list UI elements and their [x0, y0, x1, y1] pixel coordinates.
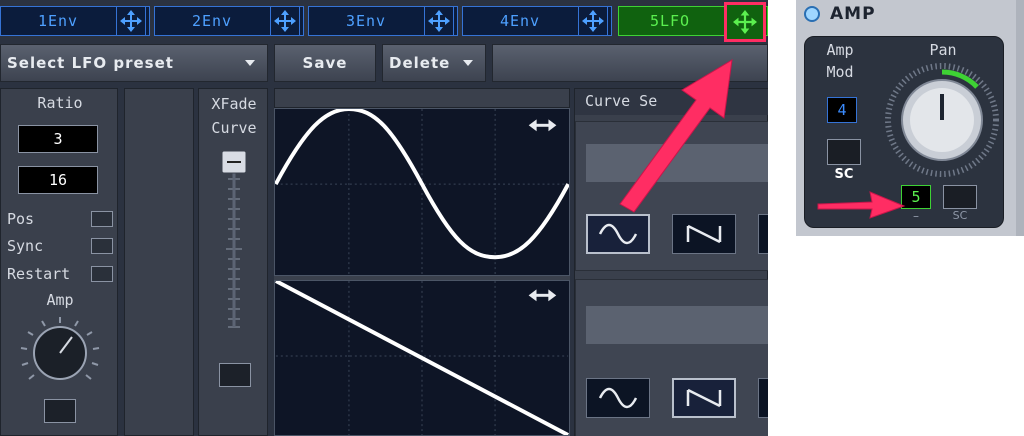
- drag-handle-env-4[interactable]: [578, 6, 608, 36]
- lfo-editor-panel: 1Env 2Env 3Env 4Env 5LFO Select LFO pres…: [0, 0, 768, 436]
- sawtooth-wave-icon: [686, 388, 722, 408]
- drag-handle-env-2[interactable]: [270, 6, 300, 36]
- xfade-mod-slot[interactable]: [219, 363, 251, 387]
- sine-wave-button[interactable]: [586, 214, 650, 254]
- move-arrows-icon: [582, 10, 604, 32]
- curve-slot-2: [575, 279, 768, 436]
- pos-checkbox[interactable]: [91, 211, 113, 227]
- pan-sc-slot[interactable]: [943, 185, 977, 209]
- empty-column: [124, 88, 194, 436]
- save-preset-button[interactable]: Save: [274, 44, 376, 82]
- amp-sc-slot[interactable]: [827, 139, 861, 165]
- curve-slot-2-field[interactable]: [586, 306, 768, 344]
- pan-label: Pan: [929, 41, 957, 59]
- sync-label: Sync: [7, 237, 44, 255]
- pan-sc-label: SC: [952, 209, 968, 222]
- restart-checkbox[interactable]: [91, 266, 113, 282]
- drag-handle-env-3[interactable]: [424, 6, 454, 36]
- amp-title: AMP: [830, 4, 876, 24]
- drag-handle-lfo-5[interactable]: [724, 2, 766, 42]
- amp-knob-label: Amp: [46, 291, 74, 309]
- callout-arrow-pan-icon: [817, 191, 906, 219]
- sawtooth-wave-button[interactable]: [672, 378, 736, 418]
- pan-knob[interactable]: [883, 61, 1001, 179]
- restart-label: Restart: [7, 265, 71, 283]
- delete-preset-dropdown[interactable]: Delete: [382, 44, 486, 82]
- sawtooth-wave-icon: [686, 224, 722, 244]
- curve-label: Curve: [211, 119, 257, 137]
- tab-label: 1Env: [37, 12, 79, 30]
- move-arrows-icon: [733, 10, 757, 34]
- ratio-column: Ratio 3 16 Pos Sync Restart Amp: [0, 88, 118, 436]
- callout-arrow-drag-icon: [619, 59, 733, 213]
- move-arrows-icon: [120, 10, 142, 32]
- amp-mod-value[interactable]: 4: [827, 97, 857, 123]
- xfade-curve-slider[interactable]: [219, 149, 249, 329]
- move-arrows-icon: [274, 10, 296, 32]
- amp-mod-slot[interactable]: [44, 399, 76, 423]
- sine-wave-icon: [598, 223, 638, 245]
- drag-handle-env-1[interactable]: [116, 6, 146, 36]
- ratio-label: Ratio: [37, 94, 83, 112]
- tab-label: 5LFO: [649, 12, 691, 30]
- wave-button-3[interactable]: [758, 214, 768, 254]
- lfo-preset-dropdown[interactable]: Select LFO preset: [0, 44, 268, 82]
- horizontal-resize-icon[interactable]: [528, 289, 557, 302]
- amp-mod-label-line1: Amp: [826, 41, 854, 59]
- amp-mod-label-line2: Mod: [826, 63, 854, 81]
- sawtooth-wave-button[interactable]: [672, 214, 736, 254]
- amp-module-panel: AMP Amp Mod 4 SC Pan 5 – SC: [796, 0, 1024, 236]
- delete-label: Delete: [389, 54, 451, 72]
- wave-button-3[interactable]: [758, 378, 768, 418]
- ratio-numerator-field[interactable]: 3: [18, 125, 98, 153]
- preset-dropdown-label: Select LFO preset: [7, 54, 174, 72]
- amp-sc-label: SC: [834, 167, 854, 182]
- horizontal-resize-icon[interactable]: [528, 119, 557, 132]
- lfo-saw-curve-plot[interactable]: [274, 280, 570, 436]
- caret-down-icon: [463, 60, 473, 66]
- plot-header: [274, 88, 570, 108]
- xfade-column: XFade Curve: [198, 88, 268, 436]
- sync-checkbox[interactable]: [91, 238, 113, 254]
- power-led-icon[interactable]: [804, 6, 820, 22]
- caret-down-icon: [245, 60, 255, 66]
- tab-label: 2Env: [191, 12, 233, 30]
- tab-label: 4Env: [499, 12, 541, 30]
- amp-panel-edge: [1016, 0, 1024, 236]
- pos-label: Pos: [7, 210, 35, 228]
- ratio-denominator-field[interactable]: 16: [18, 166, 98, 194]
- sine-wave-button[interactable]: [586, 378, 650, 418]
- sine-wave-icon: [598, 387, 638, 409]
- save-label: Save: [302, 54, 348, 72]
- tab-label: 3Env: [345, 12, 387, 30]
- amp-knob[interactable]: [15, 315, 105, 391]
- xfade-label: XFade: [211, 95, 257, 113]
- move-arrows-icon: [428, 10, 450, 32]
- lfo-sine-curve-plot[interactable]: [274, 108, 570, 276]
